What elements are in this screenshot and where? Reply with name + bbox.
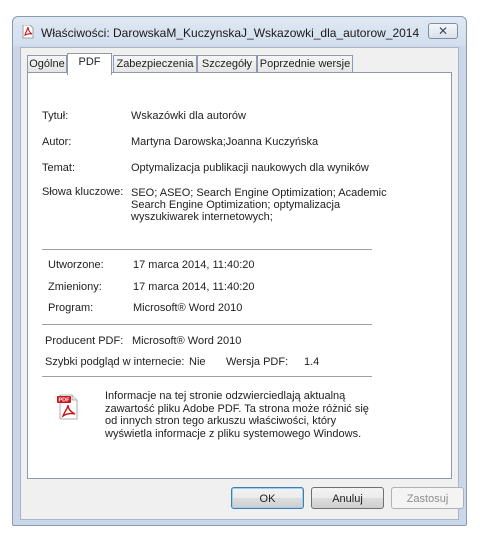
tab-security[interactable]: Zabezpieczenia [113,55,197,73]
tab-previous-versions[interactable]: Poprzednie wersje [257,55,353,73]
modified-label: Zmieniony: [48,281,102,293]
producer-label: Producent PDF: [45,335,124,347]
keywords-value: SEO; ASEO; Search Engine Optimization; A… [131,187,387,223]
close-button[interactable]: ✕ [428,23,458,39]
title-bar[interactable]: Właściwości: DarowskaM_KuczynskaJ_Wskazo… [13,17,466,47]
fast-view-value: Nie [189,356,206,368]
keywords-label: Słowa kluczowe: [42,186,124,198]
window-title: Właściwości: DarowskaM_KuczynskaJ_Wskazo… [41,26,420,40]
title-label: Tytuł: [42,110,69,122]
modified-value: 17 marca 2014, 11:40:20 [133,281,255,293]
ok-button[interactable]: OK [231,487,304,509]
program-label: Program: [48,302,94,314]
title-value: Wskazówki dla autorów [131,110,246,122]
close-icon: ✕ [437,24,449,38]
separator-3 [42,376,372,377]
dialog-client-area: Ogólne PDF Zabezpieczenia Szczegóły Popr… [20,47,464,520]
author-value: Martyna Darowska;Joanna Kuczyńska [131,136,319,148]
apply-button[interactable]: Zastosuj [391,487,464,509]
tab-general[interactable]: Ogólne [27,55,67,73]
author-label: Autor: [42,136,72,148]
separator-2 [42,324,372,325]
subject-label: Temat: [42,162,76,174]
pdf-tab-panel: Tytuł: Wskazówki dla autorów Autor: Mart… [27,72,452,479]
tab-pdf[interactable]: PDF [67,53,112,75]
adobe-pdf-icon: PDF [57,394,78,420]
pdf-version-value: 1.4 [304,356,320,368]
fast-view-label: Szybki podgląd w internecie: [45,356,185,368]
properties-dialog: Właściwości: DarowskaM_KuczynskaJ_Wskazo… [12,16,467,526]
pdf-version-label: Wersja PDF: [226,356,289,368]
program-value: Microsoft® Word 2010 [133,302,243,314]
pdf-file-icon [22,25,34,39]
tab-details[interactable]: Szczegóły [197,55,257,73]
created-value: 17 marca 2014, 11:40:20 [133,259,255,271]
info-text: Informacje na tej stronie odzwierciedlaj… [105,390,369,440]
pdf-badge-text: PDF [59,398,71,404]
producer-value: Microsoft® Word 2010 [132,335,242,347]
subject-value: Optymalizacja publikacji naukowych dla w… [131,162,369,174]
separator-1 [42,249,372,250]
created-label: Utworzone: [48,259,104,271]
cancel-button[interactable]: Anuluj [311,487,384,509]
